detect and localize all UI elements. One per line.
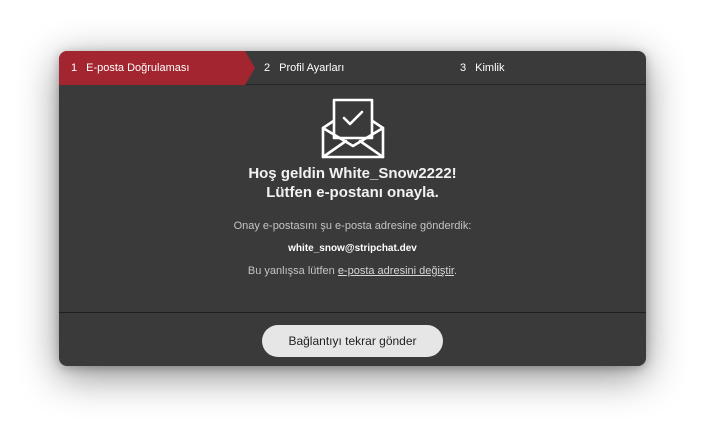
- change-email-prefix: Bu yanlışsa lütfen: [247, 265, 338, 277]
- footer-divider: [59, 312, 646, 313]
- envelope-check-icon: [321, 98, 385, 159]
- change-email-text: Bu yanlışsa lütfen e-posta adresini deği…: [59, 265, 646, 277]
- step-email-verification[interactable]: 1 E-posta Doğrulaması: [59, 51, 255, 85]
- welcome-line: Hoş geldin White_Snow2222!: [248, 165, 457, 182]
- step-label: Profil Ayarları: [279, 62, 345, 74]
- change-email-suffix: .: [454, 265, 458, 277]
- sent-info-text: Onay e-postasını şu e-posta adresine gön…: [233, 220, 472, 232]
- step-label: E-posta Doğrulaması: [86, 62, 190, 74]
- step-number: 2: [264, 62, 271, 74]
- step-number: 1: [71, 62, 78, 74]
- confirm-line: Lütfen e-postanı onayla.: [266, 184, 439, 201]
- step-profile-settings[interactable]: 2 Profil Ayarları: [264, 51, 454, 85]
- stepper: 1 E-posta Doğrulaması 2 Profil Ayarları …: [59, 51, 646, 85]
- step-number: 3: [460, 62, 467, 74]
- resend-link-button[interactable]: Bağlantıyı tekrar gönder: [262, 325, 443, 357]
- step-label: Kimlik: [475, 62, 505, 74]
- change-email-link[interactable]: e-posta adresini değiştir: [338, 265, 454, 277]
- step-identity[interactable]: 3 Kimlik: [460, 51, 610, 85]
- email-address: white_snow@stripchat.dev: [288, 243, 417, 254]
- verification-content: Hoş geldin White_Snow2222! Lütfen e-post…: [59, 86, 646, 312]
- welcome-title: Hoş geldin White_Snow2222! Lütfen e-post…: [59, 164, 646, 202]
- email-verification-modal: 1 E-posta Doğrulaması 2 Profil Ayarları …: [59, 51, 646, 366]
